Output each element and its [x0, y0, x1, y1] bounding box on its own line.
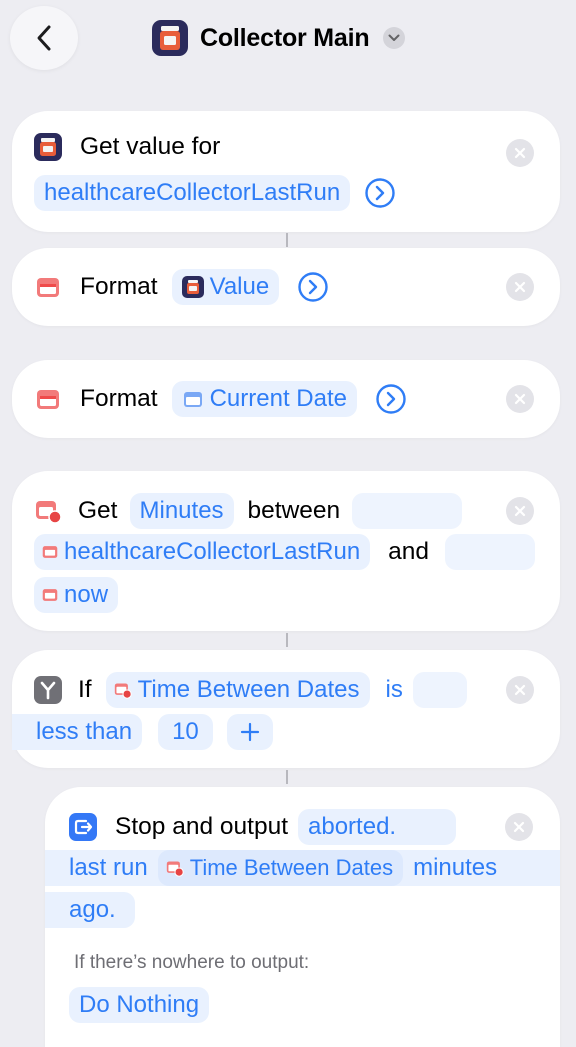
connector-line	[286, 233, 288, 247]
variable-token-current-date[interactable]: Current Date	[171, 381, 357, 417]
delete-action-button[interactable]	[506, 497, 534, 525]
output-text: last run	[69, 854, 148, 881]
fallback-label: If there’s nowhere to output:	[74, 952, 310, 973]
empty-token	[352, 493, 463, 529]
condition-is[interactable]: is	[376, 672, 413, 708]
variable-token-value[interactable]: Value	[171, 269, 280, 305]
back-button[interactable]	[10, 6, 78, 70]
output-text: ago.	[69, 896, 116, 923]
action-get-value[interactable]: Get value for healthcareCollectorLastRun	[12, 111, 560, 232]
action-verb: Format	[80, 273, 158, 300]
delete-action-button[interactable]	[506, 385, 534, 413]
calendar-icon	[37, 278, 59, 297]
value-token[interactable]: 10	[158, 714, 213, 750]
empty-token	[412, 672, 467, 708]
calendar-badge-icon	[36, 501, 62, 524]
close-icon	[514, 505, 526, 517]
action-verb: Format	[80, 385, 158, 412]
connector-line	[286, 633, 288, 647]
calendar-icon	[42, 546, 58, 558]
delete-action-button[interactable]	[506, 676, 534, 704]
condition-token[interactable]: less than	[12, 714, 143, 750]
action-format-current-date[interactable]: Format Current Date	[12, 360, 560, 438]
shortcuts-app-icon	[152, 20, 188, 56]
app-icon	[181, 276, 204, 298]
expand-chevron-icon[interactable]	[364, 177, 396, 209]
app-icon	[34, 133, 62, 161]
calendar-badge-icon	[166, 861, 184, 877]
output-icon	[69, 813, 97, 841]
fallback-token[interactable]: Do Nothing	[69, 987, 210, 1023]
add-condition-button[interactable]	[226, 714, 273, 750]
variable-label: Time Between Dates	[189, 855, 394, 880]
unit-token[interactable]: Minutes	[129, 493, 234, 529]
expand-chevron-icon[interactable]	[375, 383, 407, 415]
and-label: and	[388, 538, 430, 565]
output-text: minutes	[413, 854, 498, 881]
close-icon	[514, 684, 526, 696]
action-verb: Get	[78, 497, 118, 524]
variable-token-last-run[interactable]: healthcareCollectorLastRun	[34, 534, 371, 570]
delete-action-button[interactable]	[506, 139, 534, 167]
action-get-time-between-dates[interactable]: Get Minutes between healthcareCollectorL…	[12, 471, 560, 631]
delete-action-button[interactable]	[506, 273, 534, 301]
navigation-header: Collector Main	[0, 0, 576, 80]
variable-label: Time Between Dates	[137, 676, 360, 703]
action-verb: Get value for	[80, 133, 221, 160]
connector-line	[286, 770, 288, 784]
variable-label: healthcareCollectorLastRun	[64, 538, 361, 565]
calendar-icon	[37, 390, 59, 409]
action-verb: If	[78, 676, 92, 703]
close-icon	[513, 821, 525, 833]
variable-token-time-between[interactable]: Time Between Dates	[157, 850, 404, 886]
output-text-token[interactable]: aborted.	[298, 809, 457, 845]
branch-icon	[34, 676, 62, 704]
between-label: between	[247, 497, 341, 524]
calendar-icon	[42, 589, 58, 601]
variable-label: now	[64, 581, 109, 608]
chevron-left-icon	[37, 25, 51, 51]
variable-label: Current Date	[209, 385, 347, 412]
variable-label: Value	[209, 273, 270, 300]
close-icon	[514, 147, 526, 159]
calendar-icon	[183, 392, 202, 407]
page-title: Collector Main	[200, 23, 370, 52]
calendar-badge-icon	[114, 683, 132, 699]
chevron-down-icon	[383, 27, 406, 49]
variable-token-time-between[interactable]: Time Between Dates	[105, 672, 370, 708]
action-format-value[interactable]: Format Value	[12, 248, 560, 326]
action-verb: Stop and output	[115, 813, 289, 840]
shortcut-title-menu[interactable]: Collector Main	[152, 18, 406, 58]
delete-action-button[interactable]	[505, 813, 533, 841]
close-icon	[514, 393, 526, 405]
close-icon	[514, 281, 526, 293]
action-if[interactable]: If Time Between Dates is less than 10	[12, 650, 560, 768]
variable-token[interactable]: healthcareCollectorLastRun	[34, 175, 351, 211]
plus-icon	[240, 722, 259, 742]
action-stop-and-output[interactable]: Stop and output aborted. last run Time B…	[45, 787, 560, 1047]
empty-token	[445, 534, 536, 570]
expand-chevron-icon[interactable]	[297, 271, 329, 303]
variable-token-now[interactable]: now	[34, 577, 119, 613]
